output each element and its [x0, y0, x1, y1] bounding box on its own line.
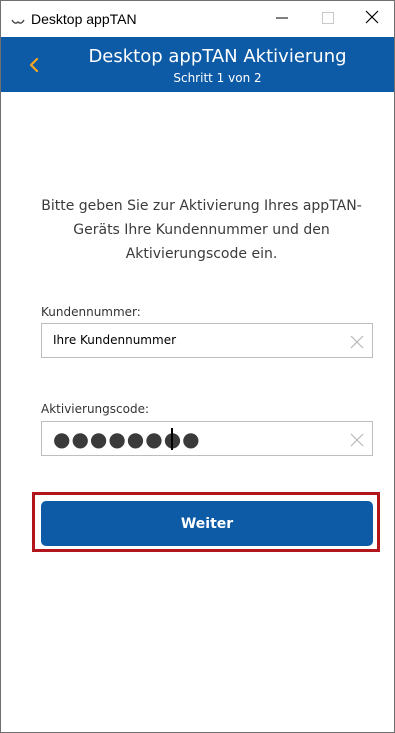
- close-icon: [365, 9, 379, 28]
- window-title: Desktop appTAN: [31, 11, 137, 27]
- customer-number-field[interactable]: Ihre Kundennummer: [41, 323, 373, 358]
- close-button[interactable]: [349, 1, 394, 35]
- activation-code-field[interactable]: ●●●●●●●●: [41, 421, 373, 456]
- clear-x-icon[interactable]: [350, 334, 364, 349]
- app-logo-icon: [11, 13, 25, 24]
- customer-number-value[interactable]: Ihre Kundennummer: [53, 333, 176, 347]
- customer-number-label: Kundennummer:: [41, 305, 141, 319]
- chevron-left-icon: [29, 57, 39, 76]
- activation-code-value[interactable]: ●●●●●●●●: [53, 428, 201, 450]
- app-window: Desktop appTAN Desktop appTAN Aktivierun…: [0, 0, 395, 733]
- intro-text: Bitte geben Sie zur Aktivierung Ihres ap…: [41, 198, 362, 262]
- window-titlebar[interactable]: Desktop appTAN: [1, 1, 394, 37]
- maximize-button[interactable]: [305, 1, 351, 35]
- text-caret: [171, 428, 173, 450]
- minimize-icon: [276, 9, 288, 28]
- back-button[interactable]: [25, 57, 43, 75]
- app-header: Desktop appTAN Aktivierung Schritt 1 von…: [1, 37, 394, 92]
- page-title: Desktop appTAN Aktivierung: [88, 46, 347, 67]
- clear-x-icon[interactable]: [350, 432, 364, 447]
- step-indicator: Schritt 1 von 2: [173, 71, 262, 85]
- maximize-icon: [322, 9, 334, 28]
- minimize-button[interactable]: [259, 1, 305, 35]
- weiter-button[interactable]: Weiter: [41, 501, 373, 546]
- activation-code-label: Aktivierungscode:: [41, 402, 150, 416]
